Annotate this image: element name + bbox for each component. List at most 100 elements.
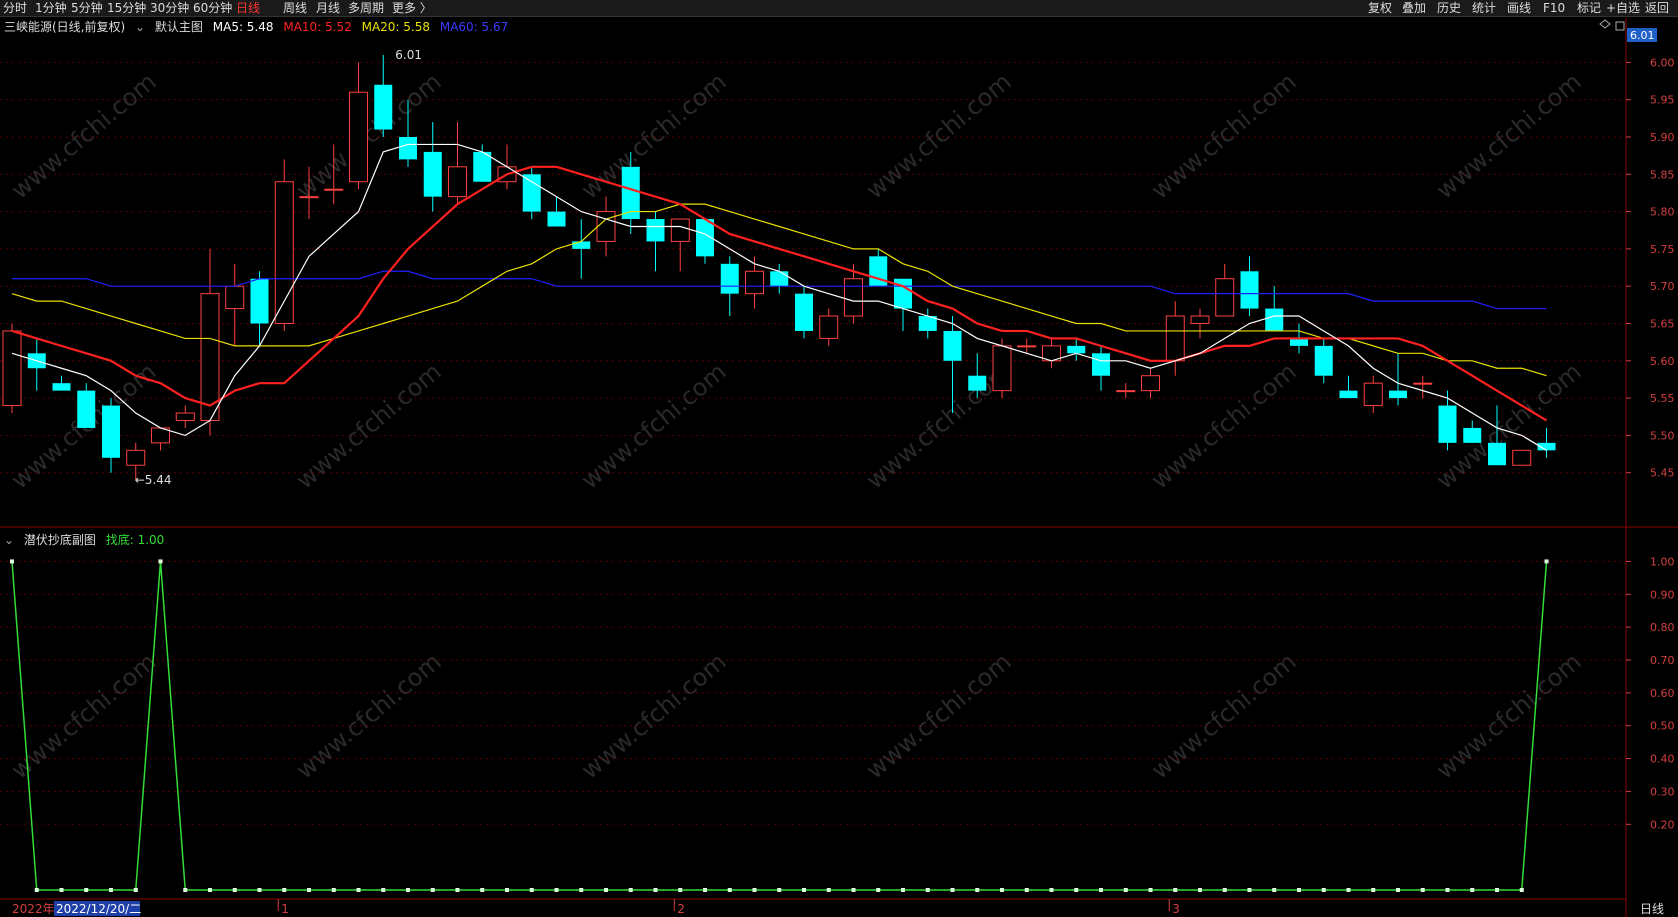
kline-chart[interactable]: www.cfchi.com www.cfchi.com www.cfchi.com w… <box>0 0 1678 917</box>
indicator-point <box>1222 888 1227 892</box>
indicator-point <box>331 888 336 892</box>
candle[interactable] <box>646 211 665 272</box>
candle-body <box>349 91 368 183</box>
period-4[interactable]: 30分钟 <box>150 0 189 16</box>
candle-body <box>1290 338 1308 346</box>
candle[interactable] <box>918 308 937 339</box>
candle[interactable] <box>52 375 71 391</box>
indicator-point <box>282 888 287 892</box>
watermark-text: www.cfchi.com <box>1146 647 1302 784</box>
period-7[interactable]: 周线 <box>283 0 307 16</box>
indicator-point <box>925 888 930 892</box>
candle[interactable] <box>795 286 813 339</box>
period-0[interactable]: 分时 <box>3 0 27 16</box>
candle[interactable] <box>522 166 541 220</box>
candle[interactable] <box>1092 345 1110 391</box>
main-template-label[interactable]: 默认主图 <box>155 20 203 34</box>
period-8[interactable]: 月线 <box>316 0 340 16</box>
candle[interactable] <box>349 62 368 190</box>
candle[interactable] <box>1314 338 1333 384</box>
toolbar-item-4[interactable]: 画线 <box>1507 0 1531 16</box>
candle[interactable] <box>374 54 393 137</box>
period-9[interactable]: 多周期 <box>348 0 384 16</box>
toolbar-item-3[interactable]: 统计 <box>1472 0 1496 16</box>
candle[interactable] <box>1141 368 1160 399</box>
candle[interactable] <box>175 405 195 428</box>
candle[interactable] <box>1165 301 1185 376</box>
candle-body <box>225 285 245 310</box>
indicator-point <box>1470 888 1475 892</box>
period-1[interactable]: 1分钟 <box>35 0 67 16</box>
candle[interactable] <box>1042 338 1061 369</box>
watermark-text: www.cfchi.com <box>576 647 732 784</box>
toolbar-item-6[interactable]: 标记 <box>1577 0 1601 16</box>
indicator-point <box>232 888 237 892</box>
candle-body <box>448 166 467 198</box>
indicator-tick-label: 0.50 <box>1650 720 1675 733</box>
price-tick-label: 5.75 <box>1650 243 1675 256</box>
toolbar-item-1[interactable]: 叠加 <box>1402 0 1426 16</box>
candle[interactable] <box>1463 420 1482 443</box>
candle-body <box>423 151 442 197</box>
candle[interactable] <box>1240 256 1259 317</box>
watermark-text: www.cfchi.com <box>861 67 1017 204</box>
candle-body <box>943 330 962 361</box>
candle[interactable] <box>1537 427 1556 458</box>
indicator-point <box>1321 888 1326 892</box>
indicator-point <box>1396 888 1400 892</box>
candle[interactable] <box>572 219 591 279</box>
indicator-point <box>158 559 163 564</box>
candle[interactable] <box>2 323 22 414</box>
candle[interactable] <box>1339 375 1358 399</box>
watermarks: www.cfchi.com www.cfchi.com www.cfchi.com w… <box>6 67 1587 784</box>
candle[interactable] <box>1116 383 1136 399</box>
candle[interactable] <box>1215 263 1235 317</box>
chevron-down-icon[interactable]: ⌄ <box>4 533 14 547</box>
candle[interactable] <box>819 308 839 346</box>
candle[interactable] <box>200 248 220 436</box>
main-candles[interactable]: 6.01 ←5.44 <box>2 48 1556 487</box>
toolbar-item-2[interactable]: 历史 <box>1437 0 1461 16</box>
candle[interactable] <box>423 122 442 212</box>
grid <box>0 18 1678 917</box>
candle[interactable] <box>1512 449 1532 466</box>
period-6[interactable]: 日线 <box>236 0 260 16</box>
indicator-point <box>628 888 633 892</box>
indicator-name[interactable]: 潜伏抄底副图 <box>24 533 96 547</box>
candle[interactable] <box>1363 375 1383 414</box>
candle[interactable] <box>225 263 245 346</box>
candle[interactable] <box>696 219 714 264</box>
period-5[interactable]: 60分钟 <box>193 0 232 16</box>
candle[interactable] <box>1067 338 1086 361</box>
period-2[interactable]: 5分钟 <box>71 0 103 16</box>
indicator-point <box>876 888 881 892</box>
high-label: 6.01 <box>395 48 422 62</box>
candle[interactable] <box>27 338 46 391</box>
candle[interactable] <box>596 196 616 257</box>
period-10[interactable]: 更多 〉 <box>392 0 432 16</box>
indicator-point <box>307 888 311 892</box>
candle[interactable] <box>274 159 294 331</box>
candle[interactable] <box>151 427 170 451</box>
candle[interactable] <box>1438 390 1457 451</box>
toolbar-item-5[interactable]: F10 <box>1543 0 1565 16</box>
chevron-down-icon[interactable]: ⌄ <box>135 20 145 34</box>
candle[interactable] <box>770 263 789 294</box>
period-3[interactable]: 15分钟 <box>107 0 146 16</box>
candle[interactable] <box>1190 308 1210 339</box>
indicator-point <box>752 888 757 892</box>
candle-body <box>2 330 22 407</box>
candle[interactable] <box>448 122 467 205</box>
toolbar-item-7[interactable]: +自选 <box>1606 0 1640 16</box>
candle[interactable] <box>1413 375 1433 399</box>
candle-body <box>1488 442 1506 466</box>
candle[interactable] <box>1265 286 1284 331</box>
candle[interactable] <box>102 398 120 473</box>
indicator-point <box>826 888 831 892</box>
watermark-text: www.cfchi.com <box>6 67 162 204</box>
toolbar-item-0[interactable]: 复权 <box>1368 0 1392 16</box>
candle[interactable] <box>77 383 96 428</box>
toolbar-item-8[interactable]: 返回 <box>1645 0 1669 16</box>
diamond-icon <box>1599 19 1611 29</box>
candle-body <box>1265 308 1284 331</box>
